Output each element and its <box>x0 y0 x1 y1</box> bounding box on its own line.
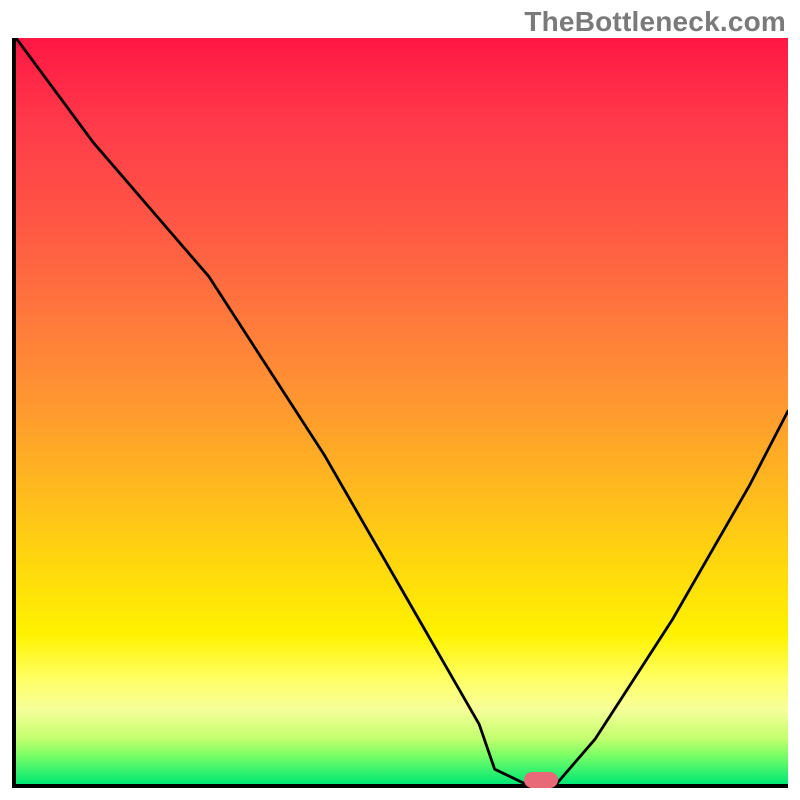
curve-svg <box>16 38 788 784</box>
optimal-marker <box>524 772 558 788</box>
watermark-label: TheBottleneck.com <box>524 6 786 38</box>
plot-area <box>12 38 788 788</box>
chart-container: TheBottleneck.com <box>0 0 800 800</box>
bottleneck-curve <box>16 38 788 784</box>
